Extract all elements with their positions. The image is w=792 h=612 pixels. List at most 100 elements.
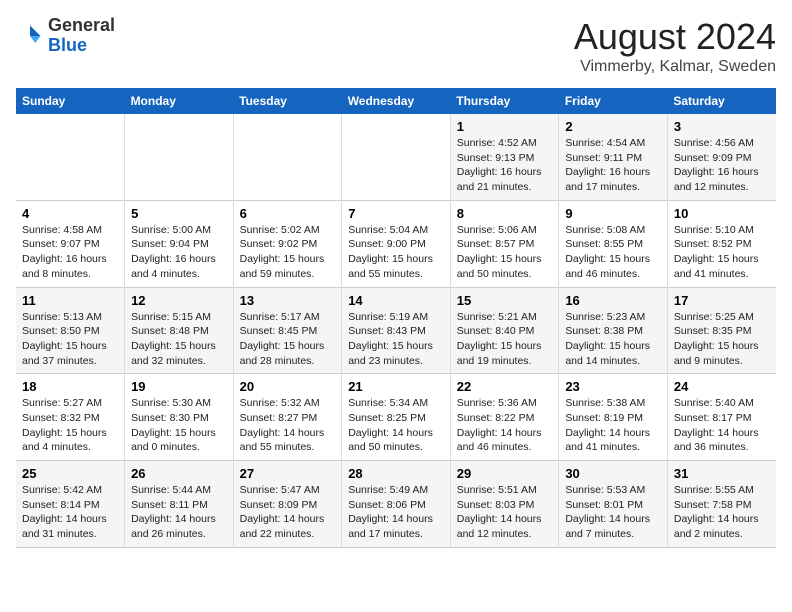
day-info: Sunrise: 5:06 AMSunset: 8:57 PMDaylight:…	[457, 223, 553, 282]
calendar-cell	[125, 114, 234, 200]
title-block: August 2024 Vimmerby, Kalmar, Sweden	[574, 16, 776, 76]
day-info: Sunrise: 5:13 AMSunset: 8:50 PMDaylight:…	[22, 310, 118, 369]
day-info: Sunrise: 5:10 AMSunset: 8:52 PMDaylight:…	[674, 223, 770, 282]
calendar-cell: 19 Sunrise: 5:30 AMSunset: 8:30 PMDayligh…	[125, 374, 234, 461]
day-number: 12	[131, 293, 227, 308]
calendar-cell: 11 Sunrise: 5:13 AMSunset: 8:50 PMDayligh…	[16, 287, 125, 374]
logo-text: General Blue	[48, 16, 115, 56]
calendar-cell: 2Sunrise: 4:54 AMSunset: 9:11 PMDaylight…	[559, 114, 668, 200]
calendar-cell: 8 Sunrise: 5:06 AMSunset: 8:57 PMDaylight…	[450, 200, 559, 287]
day-number: 17	[674, 293, 770, 308]
calendar-week-row: 11 Sunrise: 5:13 AMSunset: 8:50 PMDayligh…	[16, 287, 776, 374]
day-number: 5	[131, 206, 227, 221]
logo: General Blue	[16, 16, 115, 56]
day-number: 27	[240, 466, 336, 481]
calendar-cell: 13 Sunrise: 5:17 AMSunset: 8:45 PMDayligh…	[233, 287, 342, 374]
day-info: Sunrise: 5:00 AMSunset: 9:04 PMDaylight:…	[131, 223, 227, 282]
weekday-header-row: SundayMondayTuesdayWednesdayThursdayFrid…	[16, 88, 776, 114]
day-info: Sunrise: 5:02 AMSunset: 9:02 PMDaylight:…	[240, 223, 336, 282]
day-number: 8	[457, 206, 553, 221]
day-number: 23	[565, 379, 661, 394]
day-number: 11	[22, 293, 118, 308]
day-info: Sunrise: 5:42 AMSunset: 8:14 PMDaylight:…	[22, 483, 118, 542]
day-number: 1	[457, 119, 553, 134]
calendar-cell: 21Sunrise: 5:34 AMSunset: 8:25 PMDayligh…	[342, 374, 451, 461]
calendar-cell: 1Sunrise: 4:52 AMSunset: 9:13 PMDaylight…	[450, 114, 559, 200]
calendar-cell: 15 Sunrise: 5:21 AMSunset: 8:40 PMDayligh…	[450, 287, 559, 374]
day-number: 3	[674, 119, 770, 134]
calendar-cell: 6 Sunrise: 5:02 AMSunset: 9:02 PMDaylight…	[233, 200, 342, 287]
day-info: Sunrise: 5:51 AMSunset: 8:03 PMDaylight:…	[457, 483, 553, 542]
day-info: Sunrise: 5:17 AMSunset: 8:45 PMDaylight:…	[240, 310, 336, 369]
day-number: 16	[565, 293, 661, 308]
day-info: Sunrise: 5:23 AMSunset: 8:38 PMDaylight:…	[565, 310, 661, 369]
day-info: Sunrise: 5:30 AMSunset: 8:30 PMDaylight:…	[131, 396, 227, 455]
day-number: 31	[674, 466, 770, 481]
day-info: Sunrise: 5:15 AMSunset: 8:48 PMDaylight:…	[131, 310, 227, 369]
day-info: Sunrise: 5:40 AMSunset: 8:17 PMDaylight:…	[674, 396, 770, 455]
weekday-header-thursday: Thursday	[450, 88, 559, 114]
day-info: Sunrise: 5:53 AMSunset: 8:01 PMDaylight:…	[565, 483, 661, 542]
day-number: 25	[22, 466, 118, 481]
logo-general: General	[48, 15, 115, 35]
calendar-cell: 16 Sunrise: 5:23 AMSunset: 8:38 PMDayligh…	[559, 287, 668, 374]
calendar-cell: 31 Sunrise: 5:55 AMSunset: 7:58 PMDayligh…	[667, 461, 776, 548]
weekday-header-saturday: Saturday	[667, 88, 776, 114]
day-info: Sunrise: 5:47 AMSunset: 8:09 PMDaylight:…	[240, 483, 336, 542]
weekday-header-friday: Friday	[559, 88, 668, 114]
day-info: Sunrise: 4:56 AMSunset: 9:09 PMDaylight:…	[674, 136, 770, 195]
weekday-header-wednesday: Wednesday	[342, 88, 451, 114]
day-info: Sunrise: 5:55 AMSunset: 7:58 PMDaylight:…	[674, 483, 770, 542]
day-number: 7	[348, 206, 444, 221]
calendar-cell: 9 Sunrise: 5:08 AMSunset: 8:55 PMDaylight…	[559, 200, 668, 287]
calendar-week-row: 4Sunrise: 4:58 AMSunset: 9:07 PMDaylight…	[16, 200, 776, 287]
day-number: 14	[348, 293, 444, 308]
calendar-cell: 22 Sunrise: 5:36 AMSunset: 8:22 PMDayligh…	[450, 374, 559, 461]
page-title: August 2024	[574, 16, 776, 58]
day-info: Sunrise: 4:54 AMSunset: 9:11 PMDaylight:…	[565, 136, 661, 195]
day-info: Sunrise: 5:49 AMSunset: 8:06 PMDaylight:…	[348, 483, 444, 542]
calendar-cell	[16, 114, 125, 200]
day-info: Sunrise: 5:36 AMSunset: 8:22 PMDaylight:…	[457, 396, 553, 455]
day-number: 22	[457, 379, 553, 394]
day-number: 20	[240, 379, 336, 394]
calendar-week-row: 25 Sunrise: 5:42 AMSunset: 8:14 PMDayligh…	[16, 461, 776, 548]
calendar-cell: 27 Sunrise: 5:47 AMSunset: 8:09 PMDayligh…	[233, 461, 342, 548]
day-info: Sunrise: 5:04 AMSunset: 9:00 PMDaylight:…	[348, 223, 444, 282]
calendar-cell: 24 Sunrise: 5:40 AMSunset: 8:17 PMDayligh…	[667, 374, 776, 461]
day-number: 18	[22, 379, 118, 394]
calendar-cell: 25 Sunrise: 5:42 AMSunset: 8:14 PMDayligh…	[16, 461, 125, 548]
calendar-cell	[342, 114, 451, 200]
day-info: Sunrise: 5:38 AMSunset: 8:19 PMDaylight:…	[565, 396, 661, 455]
calendar-cell: 10Sunrise: 5:10 AMSunset: 8:52 PMDayligh…	[667, 200, 776, 287]
day-number: 15	[457, 293, 553, 308]
weekday-header-tuesday: Tuesday	[233, 88, 342, 114]
logo-blue: Blue	[48, 35, 87, 55]
day-number: 9	[565, 206, 661, 221]
day-number: 4	[22, 206, 118, 221]
calendar-cell: 12 Sunrise: 5:15 AMSunset: 8:48 PMDayligh…	[125, 287, 234, 374]
day-number: 24	[674, 379, 770, 394]
day-info: Sunrise: 5:19 AMSunset: 8:43 PMDaylight:…	[348, 310, 444, 369]
page-header: General Blue August 2024 Vimmerby, Kalma…	[16, 16, 776, 76]
day-info: Sunrise: 5:32 AMSunset: 8:27 PMDaylight:…	[240, 396, 336, 455]
day-info: Sunrise: 5:27 AMSunset: 8:32 PMDaylight:…	[22, 396, 118, 455]
day-number: 21	[348, 379, 444, 394]
day-number: 30	[565, 466, 661, 481]
day-number: 13	[240, 293, 336, 308]
day-info: Sunrise: 5:21 AMSunset: 8:40 PMDaylight:…	[457, 310, 553, 369]
day-info: Sunrise: 5:44 AMSunset: 8:11 PMDaylight:…	[131, 483, 227, 542]
calendar-cell: 7 Sunrise: 5:04 AMSunset: 9:00 PMDaylight…	[342, 200, 451, 287]
day-info: Sunrise: 5:08 AMSunset: 8:55 PMDaylight:…	[565, 223, 661, 282]
calendar-cell: 26Sunrise: 5:44 AMSunset: 8:11 PMDayligh…	[125, 461, 234, 548]
day-number: 6	[240, 206, 336, 221]
calendar-week-row: 18 Sunrise: 5:27 AMSunset: 8:32 PMDayligh…	[16, 374, 776, 461]
weekday-header-monday: Monday	[125, 88, 234, 114]
day-number: 29	[457, 466, 553, 481]
day-number: 19	[131, 379, 227, 394]
calendar-cell: 29 Sunrise: 5:51 AMSunset: 8:03 PMDayligh…	[450, 461, 559, 548]
calendar-cell: 4Sunrise: 4:58 AMSunset: 9:07 PMDaylight…	[16, 200, 125, 287]
calendar-cell	[233, 114, 342, 200]
calendar-cell: 20 Sunrise: 5:32 AMSunset: 8:27 PMDayligh…	[233, 374, 342, 461]
weekday-header-sunday: Sunday	[16, 88, 125, 114]
